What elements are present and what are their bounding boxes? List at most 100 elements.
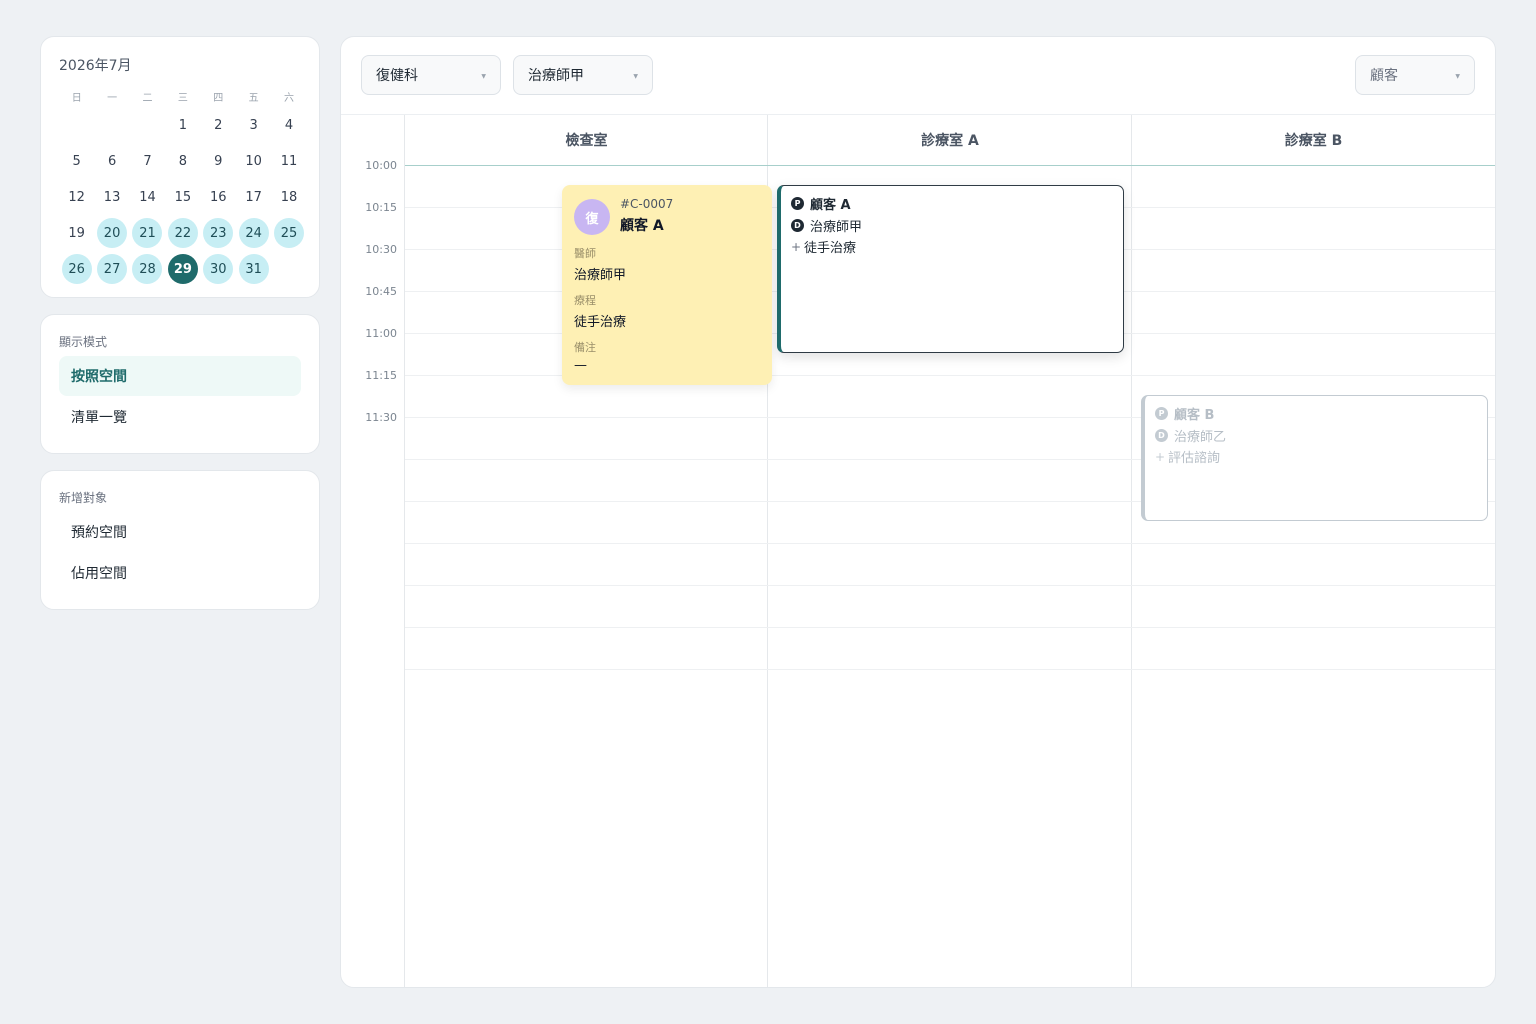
doctor-label: 醫師 bbox=[574, 247, 596, 260]
appointment-doctor-name: 治療師乙 bbox=[1174, 430, 1227, 445]
time-label: 10:30 bbox=[365, 243, 397, 256]
appointment-service: + 評估諮詢 bbox=[1155, 447, 1221, 467]
appointment-doctor-name: 治療師甲 bbox=[810, 220, 863, 235]
calendar-day[interactable]: 8 bbox=[165, 143, 200, 179]
calendar-day-number: 1 bbox=[178, 117, 187, 133]
appointment-card-ghost[interactable]: P 顧客 B D 治療師乙 + 評估諮詢 bbox=[1141, 395, 1488, 521]
calendar-cell bbox=[59, 107, 94, 143]
calendar-day[interactable]: 14 bbox=[130, 179, 165, 215]
customer-name: 顧客 A bbox=[620, 218, 664, 234]
add-target-panel: 新增對象 預約空間 佔用空間 bbox=[40, 470, 320, 610]
appointment-service-name: 評估諮詢 bbox=[1168, 451, 1221, 466]
department-select[interactable]: 復健科 ▼ bbox=[361, 55, 501, 95]
appointment-patient-name: 顧客 B bbox=[1174, 408, 1215, 423]
add-target-title: 新增對象 bbox=[59, 491, 108, 505]
customer-code: #C-0007 bbox=[620, 197, 674, 211]
schedule-panel: 復健科 ▼ 治療師甲 ▼ 顧客 ▼ 檢查室 診療室 A 診療室 B 10:00 … bbox=[340, 36, 1496, 988]
calendar-day-number: 26 bbox=[61, 254, 92, 284]
calendar-day[interactable]: 20 bbox=[94, 215, 129, 251]
weekday-label: 六 bbox=[284, 92, 295, 104]
calendar-day-number: 25 bbox=[274, 218, 305, 248]
calendar-day-number: 7 bbox=[143, 153, 152, 169]
doctor-icon: D bbox=[791, 219, 804, 232]
appointment-doctor: D 治療師乙 bbox=[1155, 426, 1226, 445]
calendar-day[interactable]: 23 bbox=[201, 215, 236, 251]
course-value: 徒手治療 bbox=[574, 315, 627, 330]
calendar-day-number: 23 bbox=[203, 218, 234, 248]
view-mode-list[interactable]: 清單一覽 bbox=[59, 397, 301, 437]
calendar-day[interactable]: 4 bbox=[271, 107, 306, 143]
appointment-doctor: D 治療師甲 bbox=[791, 216, 862, 235]
appointment-service-name: 徒手治療 bbox=[804, 241, 857, 256]
calendar-day[interactable]: 6 bbox=[94, 143, 129, 179]
calendar-day[interactable]: 21 bbox=[130, 215, 165, 251]
weekday-label: 五 bbox=[248, 92, 259, 104]
weekday-label: 三 bbox=[177, 92, 188, 104]
calendar-day[interactable]: 16 bbox=[201, 179, 236, 215]
calendar-day-number: 28 bbox=[132, 254, 163, 284]
appointment-service: + 徒手治療 bbox=[791, 237, 857, 257]
note-value: — bbox=[574, 358, 587, 373]
calendar-day[interactable]: 7 bbox=[130, 143, 165, 179]
appointment-card[interactable]: P 顧客 A D 治療師甲 + 徒手治療 bbox=[777, 185, 1124, 353]
time-slot-line bbox=[405, 669, 1495, 670]
calendar-day[interactable]: 13 bbox=[94, 179, 129, 215]
calendar-day-number: 20 bbox=[97, 218, 128, 248]
calendar-day-number: 18 bbox=[280, 189, 298, 205]
calendar-day[interactable]: 24 bbox=[236, 215, 271, 251]
calendar-day[interactable]: 19 bbox=[59, 215, 94, 251]
calendar-day-number: 15 bbox=[174, 189, 192, 205]
plus-icon: + bbox=[791, 239, 802, 254]
calendar-day[interactable]: 28 bbox=[130, 251, 165, 287]
calendar-day[interactable]: 9 bbox=[201, 143, 236, 179]
time-label: 10:00 bbox=[365, 159, 397, 172]
add-reserve-space[interactable]: 預約空間 bbox=[59, 512, 301, 552]
view-mode-by-space[interactable]: 按照空間 bbox=[59, 356, 301, 396]
add-occupy-space[interactable]: 佔用空間 bbox=[59, 553, 301, 593]
room-header-a: 診療室 A bbox=[921, 133, 979, 149]
calendar-day[interactable]: 1 bbox=[165, 107, 200, 143]
calendar-day[interactable]: 12 bbox=[59, 179, 94, 215]
calendar-day[interactable]: 5 bbox=[59, 143, 94, 179]
room-header-b: 診療室 B bbox=[1284, 133, 1343, 149]
calendar-day-number: 14 bbox=[139, 189, 156, 205]
therapist-select[interactable]: 治療師甲 ▼ bbox=[513, 55, 653, 95]
calendar-day-number: 24 bbox=[238, 218, 269, 248]
time-slot-line bbox=[405, 627, 1495, 628]
department-select-value: 復健科 bbox=[376, 68, 418, 84]
course-label: 療程 bbox=[574, 294, 596, 307]
calendar-day[interactable]: 17 bbox=[236, 179, 271, 215]
calendar-day[interactable]: 11 bbox=[271, 143, 306, 179]
calendar-day-number: 10 bbox=[245, 153, 262, 169]
note-label: 備注 bbox=[574, 341, 596, 354]
calendar-day[interactable]: 3 bbox=[236, 107, 271, 143]
calendar-day[interactable]: 27 bbox=[94, 251, 129, 287]
calendar-cell bbox=[271, 251, 306, 287]
calendar-day[interactable]: 2 bbox=[201, 107, 236, 143]
calendar-day[interactable]: 29 bbox=[165, 251, 200, 287]
patient-icon: P bbox=[791, 197, 804, 210]
header-divider bbox=[405, 165, 1495, 166]
calendar-day-number: 17 bbox=[245, 189, 262, 205]
calendar-cell bbox=[130, 107, 165, 143]
calendar-day[interactable]: 25 bbox=[271, 215, 306, 251]
calendar-day-number: 22 bbox=[167, 218, 198, 248]
patient-icon: P bbox=[1155, 407, 1168, 420]
time-slot-line bbox=[405, 543, 1495, 544]
calendar-day-number: 21 bbox=[132, 218, 163, 248]
calendar-day[interactable]: 31 bbox=[236, 251, 271, 287]
calendar-day[interactable]: 22 bbox=[165, 215, 200, 251]
calendar-day[interactable]: 26 bbox=[59, 251, 94, 287]
weekday-label: 日 bbox=[71, 92, 82, 104]
mini-calendar: 2026年7月 日一二三四五六 1 2 3 4 5 6 7 8 9 10 11 12 13 14 15 16 17… bbox=[40, 36, 320, 298]
customer-select[interactable]: 顧客 ▼ bbox=[1355, 55, 1475, 95]
doctor-value: 治療師甲 bbox=[574, 268, 627, 283]
calendar-day[interactable]: 18 bbox=[271, 179, 306, 215]
calendar-day[interactable]: 15 bbox=[165, 179, 200, 215]
time-label: 11:00 bbox=[365, 327, 397, 340]
calendar-day-number: 11 bbox=[280, 153, 298, 169]
calendar-day-number: 16 bbox=[209, 189, 227, 205]
room-column-divider bbox=[1131, 115, 1132, 987]
calendar-day[interactable]: 10 bbox=[236, 143, 271, 179]
calendar-day[interactable]: 30 bbox=[201, 251, 236, 287]
